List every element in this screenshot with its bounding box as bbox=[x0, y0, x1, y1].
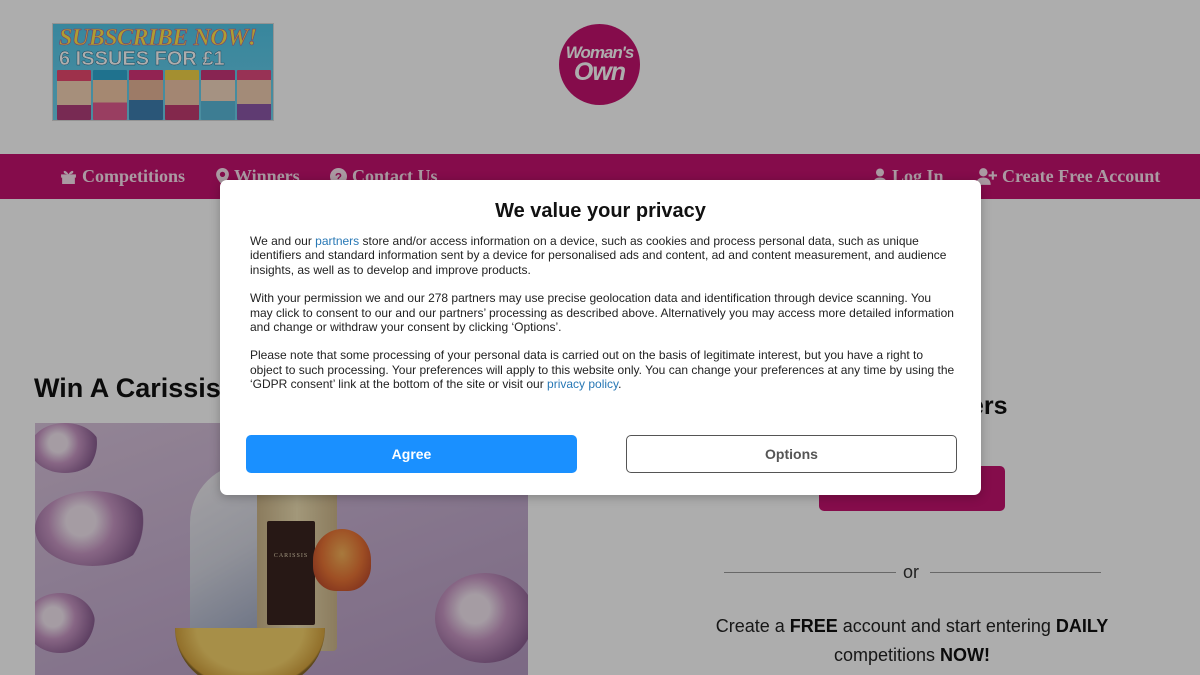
dialog-body: We and our partners store and/or access … bbox=[250, 234, 955, 406]
agree-button[interactable]: Agree bbox=[246, 435, 577, 473]
privacy-consent-dialog: We value your privacy We and our partner… bbox=[220, 180, 981, 495]
consent-text: . bbox=[618, 377, 622, 392]
privacy-policy-link[interactable]: privacy policy bbox=[547, 377, 618, 391]
consent-paragraph-2: With your permission we and our 278 part… bbox=[250, 291, 954, 335]
consent-paragraph-3: Please note that some processing of your… bbox=[250, 348, 955, 391]
options-button[interactable]: Options bbox=[626, 435, 957, 473]
partners-link[interactable]: partners bbox=[315, 234, 359, 248]
dialog-title: We value your privacy bbox=[495, 200, 706, 222]
consent-text: We and our bbox=[250, 234, 316, 248]
consent-paragraph-1: We and our partners store and/or access … bbox=[250, 234, 955, 277]
